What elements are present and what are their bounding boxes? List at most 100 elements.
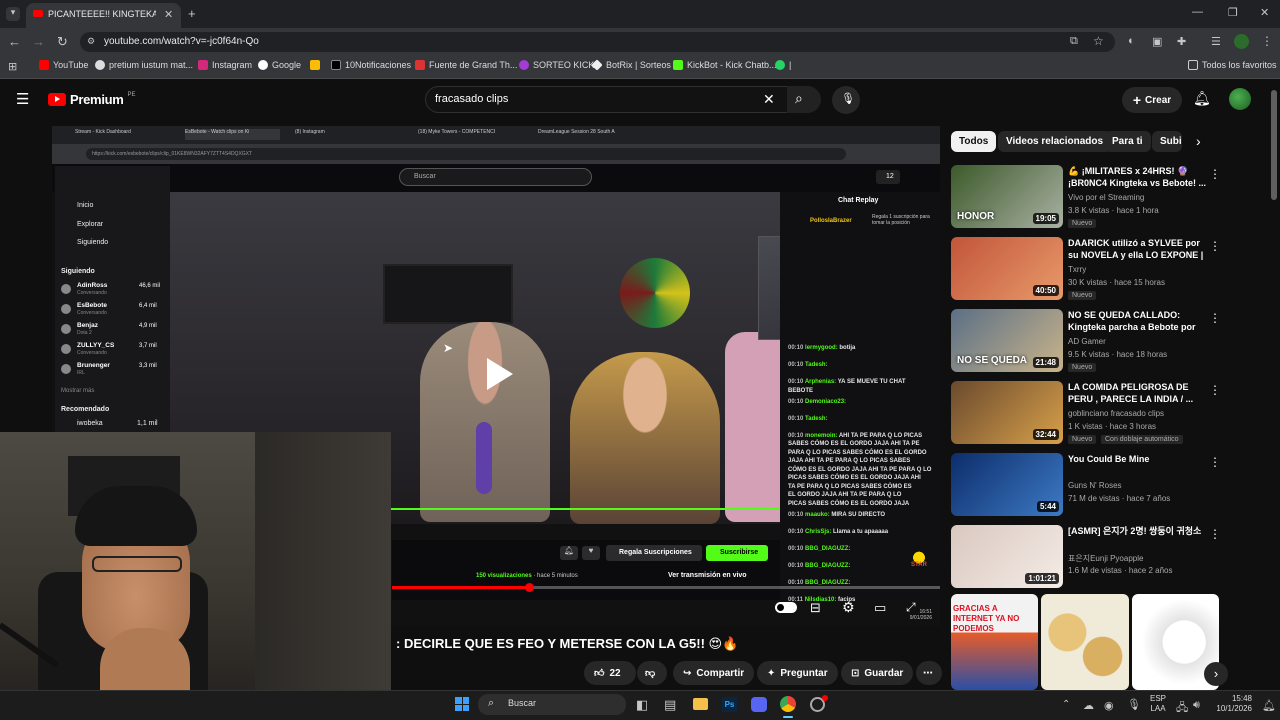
search-box[interactable]: fracasado clips ✕ bbox=[425, 86, 820, 113]
apps-grid-icon[interactable]: ⊞ bbox=[8, 60, 17, 73]
bookmark-youtube[interactable]: YouTube bbox=[39, 60, 88, 70]
search-input[interactable]: fracasado clips bbox=[435, 93, 508, 105]
rec-thumbnail[interactable]: 5:44 bbox=[951, 453, 1063, 516]
rec-thumbnail[interactable]: 40:50 bbox=[951, 237, 1063, 300]
progress-scrubber[interactable] bbox=[525, 583, 534, 592]
chips-next-arrow-icon[interactable]: › bbox=[1196, 133, 1201, 149]
rec-title[interactable]: [ASMR] 은지가 2명! 쌍둥이 귀청소 bbox=[1068, 525, 1208, 537]
new-tab-icon[interactable]: + bbox=[188, 6, 196, 21]
task-view-icon[interactable]: ◧ bbox=[636, 697, 648, 713]
dislike-button[interactable]: 👎︎ bbox=[637, 661, 667, 685]
tray-mic-icon[interactable]: 🎙 bbox=[1127, 698, 1141, 711]
bookmark-pretium[interactable]: pretium iustum mat... bbox=[95, 60, 193, 70]
voice-search-button[interactable]: 🎙 bbox=[832, 86, 860, 114]
site-info-icon[interactable]: ⚙ bbox=[87, 36, 95, 47]
rec-title[interactable]: You Could Be Mine bbox=[1068, 453, 1208, 465]
address-bar[interactable]: ⚙ youtube.com/watch?v=-jc0f64n-Qo ⧉ ☆ bbox=[80, 32, 1115, 52]
chip-uploaded[interactable]: Subid bbox=[1152, 131, 1182, 152]
network-icon[interactable]: 🖧 bbox=[1176, 699, 1188, 718]
hamburger-menu-icon[interactable]: ☰ bbox=[16, 90, 29, 108]
rec-channel[interactable]: goblinciano fracasado clips bbox=[1068, 409, 1164, 418]
bookmark-google[interactable]: Google bbox=[258, 60, 301, 70]
bookmark-font[interactable]: Fuente de Grand Th... bbox=[415, 60, 517, 70]
chip-all[interactable]: Todos bbox=[951, 131, 997, 152]
forward-icon[interactable]: → bbox=[32, 34, 45, 49]
rec-channel[interactable]: AD Gamer bbox=[1068, 337, 1106, 346]
rec-menu-icon[interactable]: ⋮ bbox=[1209, 455, 1221, 469]
recommendation-item[interactable]: 32:44 LA COMIDA PELIGROSA DE PERU , PAREC… bbox=[951, 381, 1266, 445]
settings-gear-icon[interactable]: ⚙ bbox=[842, 599, 855, 616]
shorts-next-arrow-icon[interactable]: › bbox=[1204, 662, 1228, 686]
rec-thumbnail[interactable]: HONOR 19:05 bbox=[951, 165, 1063, 228]
extension-icon-1[interactable]: ◐ bbox=[1128, 35, 1135, 47]
autoplay-toggle[interactable] bbox=[775, 602, 797, 613]
rec-menu-icon[interactable]: ⋮ bbox=[1209, 167, 1221, 181]
notifications-bell-icon[interactable]: 🔔︎ bbox=[1193, 90, 1211, 107]
bookmark-x[interactable]: 10Notificaciones bbox=[331, 60, 411, 70]
create-button[interactable]: + Crear bbox=[1122, 87, 1182, 113]
extension-icon-2[interactable]: ▣ bbox=[1152, 35, 1162, 48]
tray-app-icon-1[interactable]: ☁ bbox=[1083, 699, 1094, 712]
save-button[interactable]: ⊡ Guardar bbox=[841, 661, 914, 685]
bookmark-pinwheel[interactable] bbox=[310, 60, 320, 70]
taskbar-search[interactable]: ⌕ Buscar bbox=[478, 694, 626, 715]
reading-list-icon[interactable]: ☰ bbox=[1211, 35, 1221, 48]
bookmark-sorteo[interactable]: SORTEO KICK bbox=[519, 60, 594, 70]
bookmark-whatsapp[interactable]: | bbox=[775, 60, 791, 70]
photoshop-icon[interactable]: Ps bbox=[722, 697, 737, 712]
recommendation-item[interactable]: 5:44 You Could Be Mine Guns N' Roses 71 M d… bbox=[951, 453, 1266, 517]
rec-thumbnail[interactable]: 32:44 bbox=[951, 381, 1063, 444]
youtube-logo[interactable]: Premium PE bbox=[48, 92, 136, 107]
recommendation-item[interactable]: HONOR 19:05 💪 ¡MILITARES x 24HRS! 🔮 ¡BR0NC… bbox=[951, 165, 1266, 229]
rec-title[interactable]: NO SE QUEDA CALLADO: Kingteka parcha a B… bbox=[1068, 309, 1208, 334]
chip-related[interactable]: Videos relacionados bbox=[998, 131, 1112, 152]
recommendation-item[interactable]: 40:50 DAARICK utilizó a SYLVEE por su NOV… bbox=[951, 237, 1266, 301]
windows-start-icon[interactable] bbox=[455, 697, 469, 711]
install-icon[interactable]: ⧉ bbox=[1070, 35, 1078, 48]
shorts-thumb-2[interactable] bbox=[1041, 594, 1129, 690]
rec-menu-icon[interactable]: ⋮ bbox=[1209, 239, 1221, 253]
browser-tab-active[interactable]: PICANTEEEE!! KINGTEKA ✕ bbox=[26, 3, 181, 28]
reload-icon[interactable]: ↻ bbox=[57, 34, 68, 50]
rec-thumbnail[interactable]: 1:01:21 bbox=[951, 525, 1063, 588]
back-icon[interactable]: ← bbox=[8, 34, 21, 49]
share-button[interactable]: ↪ Compartir bbox=[673, 661, 755, 685]
rec-menu-icon[interactable]: ⋮ bbox=[1209, 383, 1221, 397]
miniplayer-icon[interactable]: ▭ bbox=[874, 600, 886, 616]
rec-thumbnail[interactable]: NO SE QUEDA 21:48 bbox=[951, 309, 1063, 372]
tray-chevron-icon[interactable]: ⌃ bbox=[1062, 699, 1070, 710]
recommendation-item[interactable]: NO SE QUEDA 21:48 NO SE QUEDA CALLADO: Kin… bbox=[951, 309, 1266, 373]
search-button[interactable]: ⌕ bbox=[787, 86, 821, 113]
recommendation-item[interactable]: 1:01:21 [ASMR] 은지가 2명! 쌍둥이 귀청소표은지Eunji Py… bbox=[951, 525, 1266, 589]
extensions-puzzle-icon[interactable]: ✚ bbox=[1177, 35, 1186, 48]
rec-channel[interactable]: 표은지Eunji Pyoapple bbox=[1068, 553, 1143, 564]
language-indicator[interactable]: ESP LAA bbox=[1150, 694, 1166, 714]
file-explorer-icon[interactable] bbox=[693, 698, 708, 710]
rec-title[interactable]: 💪 ¡MILITARES x 24HRS! 🔮 ¡BR0NC4 Kingteka… bbox=[1068, 165, 1208, 189]
menu-dots-icon[interactable]: ⋮ bbox=[1261, 34, 1273, 48]
more-actions-button[interactable]: ⋯ bbox=[916, 661, 942, 685]
account-avatar[interactable] bbox=[1229, 88, 1251, 110]
tab-list-icon[interactable]: ▾ bbox=[6, 7, 20, 21]
shorts-thumb-1[interactable]: GRACIAS A INTERNET YA NO PODEMOS bbox=[951, 594, 1038, 690]
ask-button[interactable]: ✦ Preguntar bbox=[757, 661, 838, 685]
clock[interactable]: 15:48 10/1/2026 bbox=[1214, 694, 1252, 714]
close-window-icon[interactable]: ✕ bbox=[1260, 6, 1269, 19]
chip-for-you[interactable]: Para ti bbox=[1104, 131, 1151, 152]
tray-app-icon-2[interactable]: ◉ bbox=[1104, 699, 1114, 712]
clear-search-icon[interactable]: ✕ bbox=[763, 91, 775, 108]
close-tab-icon[interactable]: ✕ bbox=[164, 8, 173, 21]
bookmark-kickbot[interactable]: KickBot - Kick Chatb... bbox=[673, 60, 777, 70]
maximize-icon[interactable]: ❐ bbox=[1228, 6, 1238, 19]
notification-center-icon[interactable]: 🔔︎ bbox=[1262, 699, 1276, 712]
bookmark-instagram[interactable]: Instagram bbox=[198, 60, 252, 70]
rec-title[interactable]: LA COMIDA PELIGROSA DE PERU , PARECE LA … bbox=[1068, 381, 1208, 405]
rec-title[interactable]: DAARICK utilizó a SYLVEE por su NOVELA y… bbox=[1068, 237, 1208, 262]
bookmark-star-icon[interactable]: ☆ bbox=[1093, 34, 1104, 48]
rec-channel[interactable]: Guns N' Roses bbox=[1068, 481, 1122, 490]
chrome-icon[interactable] bbox=[780, 696, 796, 712]
profile-avatar[interactable] bbox=[1234, 34, 1249, 49]
rec-menu-icon[interactable]: ⋮ bbox=[1209, 527, 1221, 541]
all-favorites[interactable]: Todos los favoritos bbox=[1188, 60, 1277, 70]
discord-icon[interactable] bbox=[751, 697, 767, 712]
